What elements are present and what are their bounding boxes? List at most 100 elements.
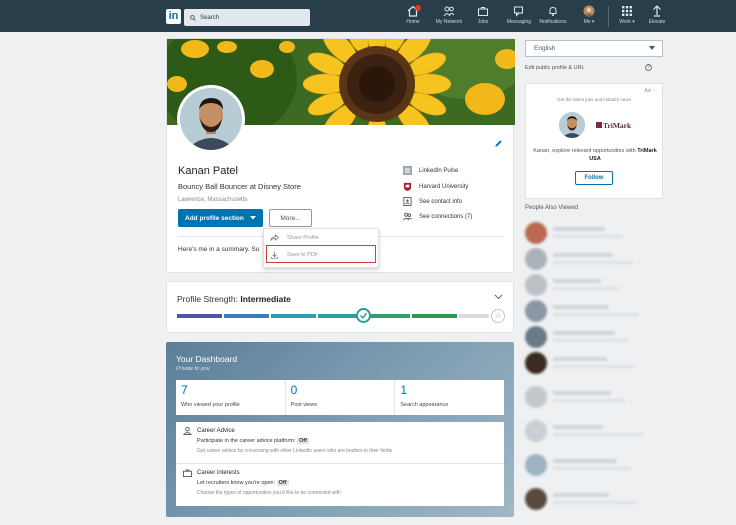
blurred-name — [553, 391, 611, 395]
blurred-name — [553, 493, 609, 497]
career-interests-line: Let recruiters know you're open: — [197, 480, 276, 486]
blurred-headline — [553, 339, 627, 342]
strength-bar-segment — [459, 314, 489, 318]
more-dropdown-menu: Share Profile Save to PDF — [263, 228, 379, 268]
nav-me[interactable]: Me ▾ — [572, 5, 606, 25]
strength-progress-knob — [356, 308, 371, 323]
profile-strength-label: Profile Strength: Intermediate — [177, 294, 291, 304]
career-advice-section[interactable]: Career Advice Participate in the career … — [176, 422, 504, 464]
ad-label[interactable]: Ad ··· — [645, 88, 658, 94]
avatar-icon — [583, 5, 595, 17]
blurred-name — [553, 425, 603, 429]
share-profile-menu-item[interactable]: Share Profile — [270, 234, 319, 241]
person-icon — [183, 427, 192, 435]
blurred-headline — [553, 261, 633, 264]
stat-value: 0 — [290, 383, 298, 397]
blurred-headline — [553, 399, 625, 402]
people-also-viewed-item[interactable] — [525, 248, 665, 270]
stat-profile-views[interactable]: 7 Who viewed your profile — [176, 380, 286, 415]
nav-home[interactable]: Home — [396, 5, 430, 25]
blurred-name — [553, 459, 617, 463]
add-profile-section-label: Add profile section — [185, 214, 244, 222]
career-interests-description: Choose the types of opportunities you'd … — [197, 490, 341, 496]
linkedin-logo[interactable]: in — [166, 9, 181, 24]
star-icon: ☆ — [491, 309, 505, 323]
more-button[interactable]: More... — [269, 209, 312, 227]
stat-post-views[interactable]: 0 Post views — [286, 380, 396, 415]
harvard-university-label: Harvard University — [419, 183, 469, 190]
people-also-viewed-item[interactable] — [525, 352, 665, 374]
nav-messaging[interactable]: Messaging — [502, 5, 536, 25]
add-profile-section-button[interactable]: Add profile section — [178, 209, 263, 227]
notification-badge — [415, 5, 421, 11]
strength-bar-segment — [177, 314, 222, 318]
people-also-viewed-item[interactable] — [525, 420, 665, 442]
follow-button[interactable]: Follow — [575, 171, 613, 185]
career-interests-toggle[interactable]: Off — [276, 480, 289, 486]
see-connections-link[interactable]: See connections (7) — [403, 212, 472, 221]
dashboard-stats: 7 Who viewed your profile 0 Post views 1… — [176, 380, 504, 415]
blurred-name — [553, 331, 615, 335]
nav-jobs[interactable]: Jobs — [466, 5, 500, 25]
language-select[interactable]: English — [525, 40, 663, 57]
career-advice-toggle[interactable]: Off — [296, 438, 309, 444]
nav-notifications[interactable]: Notifications — [536, 5, 570, 25]
people-also-viewed-item[interactable] — [525, 300, 665, 322]
search-icon — [190, 14, 196, 21]
people-also-viewed-item[interactable] — [525, 222, 665, 244]
ad-message: Kanan, explore relevant opportunities wi… — [532, 147, 658, 163]
see-contact-info-link[interactable]: See contact info — [403, 197, 462, 206]
nav-my-network[interactable]: My Network — [432, 5, 466, 25]
messaging-icon — [514, 6, 523, 17]
help-icon[interactable]: ? — [645, 64, 652, 71]
profile-summary: Here's me in a summary. Su — [178, 246, 260, 253]
people-also-viewed-item[interactable] — [525, 488, 665, 510]
briefcase-icon — [183, 469, 192, 477]
blurred-headline — [553, 433, 643, 436]
edit-pencil-icon[interactable] — [494, 139, 503, 148]
people-icon — [443, 6, 455, 17]
profile-photo[interactable] — [177, 85, 245, 153]
chevron-down-icon — [249, 216, 256, 220]
check-icon — [360, 312, 368, 319]
collapse-chevron-icon[interactable] — [494, 294, 503, 300]
search-input[interactable]: Search — [184, 9, 310, 26]
profile-strength-prefix: Profile Strength: — [177, 294, 238, 304]
avatar — [525, 274, 547, 296]
profile-strength-level: Intermediate — [240, 294, 291, 304]
avatar — [525, 248, 547, 270]
people-also-viewed-item[interactable] — [525, 274, 665, 296]
nav-me-label: Me ▾ — [583, 19, 595, 25]
trimark-logo: TriMark — [596, 121, 631, 130]
linkedin-pulse-link[interactable]: LinkedIn Pulse — [403, 166, 458, 175]
avatar — [525, 420, 547, 442]
top-navbar: in Search Home My Network Jobs Messaging… — [0, 0, 736, 32]
blurred-name — [553, 279, 601, 283]
nav-elevate[interactable]: Elevate — [640, 5, 674, 25]
elevate-icon — [653, 5, 661, 17]
profile-location: Lawrence, Massachusetts — [178, 197, 248, 203]
nav-my-network-label: My Network — [435, 19, 463, 25]
people-also-viewed-item[interactable] — [525, 326, 665, 348]
nav-elevate-label: Elevate — [648, 19, 666, 25]
see-connections-label: See connections (7) — [419, 213, 473, 220]
nav-work[interactable]: Work ▾ — [610, 5, 644, 25]
career-advice-line: Participate in the career advice platfor… — [197, 438, 296, 444]
avatar — [525, 300, 547, 322]
people-also-viewed-item[interactable] — [525, 454, 665, 476]
edit-public-profile-link[interactable]: Edit public profile & URL — [525, 65, 585, 71]
profile-name: Kanan Patel — [178, 165, 238, 177]
blurred-headline — [553, 287, 619, 290]
stat-search-appearance[interactable]: 1 Search appearance — [395, 380, 504, 415]
dashboard-subtitle: Private to you — [176, 366, 210, 372]
harvard-university-link[interactable]: Harvard University — [403, 182, 468, 191]
chevron-down-icon — [649, 46, 655, 50]
ad-message-text: Kanan, explore relevant opportunities wi… — [533, 148, 636, 154]
blurred-name — [553, 357, 607, 361]
ad-card: Ad ··· Get the latest jobs and industry … — [525, 83, 663, 199]
trimark-brand: TriMark — [603, 121, 632, 130]
career-interests-section[interactable]: Career interests Let recruiters know you… — [176, 464, 504, 506]
strength-bar-segment — [412, 314, 457, 318]
people-also-viewed-item[interactable] — [525, 386, 665, 408]
stat-value: 1 — [400, 383, 408, 397]
